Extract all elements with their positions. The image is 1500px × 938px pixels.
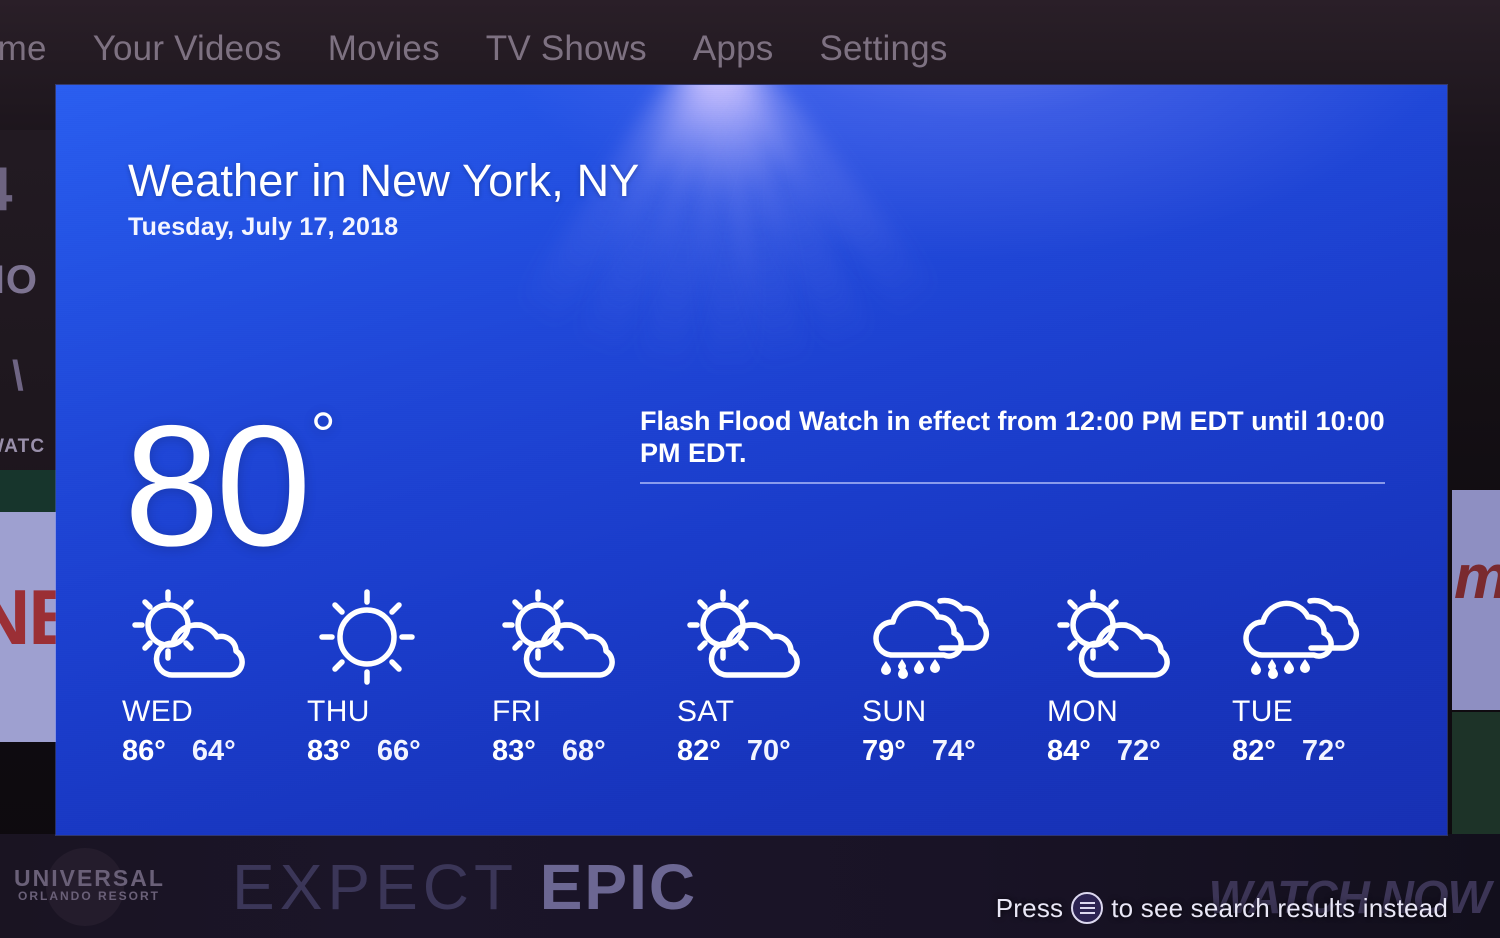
forecast-high: 82° [1232, 735, 1276, 767]
current-temperature: 80° [124, 398, 336, 572]
search-hint: Press to see search results instead [996, 892, 1448, 924]
universal-logo: UNIVERSAL ORLANDO RESORT [14, 848, 165, 926]
nav-item-your-videos[interactable]: Your Videos [93, 29, 282, 69]
cloud-rain-icon [862, 585, 1014, 687]
forecast-high: 83° [492, 735, 536, 767]
tv-screen: ome Your Videos Movies TV Shows Apps Set… [0, 0, 1500, 938]
ad-tagline-epic: EPIC [539, 851, 698, 923]
current-temperature-value: 80 [124, 390, 311, 582]
search-hint-prefix: Press [995, 892, 1064, 923]
forecast-day-label: FRI [492, 695, 542, 728]
forecast-temps: 82° 72° [1232, 735, 1346, 768]
nav-item-settings[interactable]: Settings [819, 29, 947, 69]
menu-icon[interactable] [1071, 892, 1104, 924]
forecast-day-thu[interactable]: THU 83° 66° [297, 585, 482, 768]
current-date: Tuesday, July 17, 2018 [128, 213, 399, 241]
ad-tagline-expect: EXPECT [232, 851, 540, 923]
degree-symbol: ° [310, 398, 336, 471]
forecast-low: 70° [746, 735, 791, 767]
forecast-day-label: TUE [1232, 695, 1294, 728]
background-tile-watch-text: WATC [0, 436, 46, 457]
background-tile-no-text: NO [0, 258, 38, 302]
forecast-temps: 84° 72° [1047, 735, 1161, 768]
forecast-day-label: SAT [677, 695, 735, 728]
weather-alert: Flash Flood Watch in effect from 12:00 P… [640, 405, 1388, 484]
background-tile-espn: m [1452, 490, 1500, 710]
forecast-low: 64° [191, 735, 236, 767]
forecast-day-sun[interactable]: SUN 79° 74° [852, 585, 1037, 768]
forecast-row: WED 86° 64° THU 83° 66° FRI 83° 68° SAT … [112, 585, 1412, 768]
background-tile-green-left [0, 470, 56, 516]
forecast-high: 84° [1047, 735, 1091, 767]
background-tile-number: 4 [0, 154, 13, 225]
forecast-day-label: SUN [862, 695, 927, 728]
weather-overlay-panel: Weather in New York, NY Tuesday, July 17… [56, 85, 1447, 835]
top-navigation-bar: ome Your Videos Movies TV Shows Apps Set… [0, 18, 1500, 80]
background-tile-green-right [1452, 712, 1500, 842]
sun-behind-cloud-icon [122, 585, 274, 687]
ad-tagline: EXPECT EPIC [232, 850, 697, 924]
forecast-day-tue[interactable]: TUE 82° 72° [1222, 585, 1407, 768]
forecast-day-label: THU [307, 695, 370, 728]
nav-item-apps[interactable]: Apps [693, 29, 774, 69]
forecast-temps: 86° 64° [122, 735, 236, 768]
nav-item-movies[interactable]: Movies [328, 29, 440, 69]
forecast-low: 74° [931, 735, 976, 767]
forecast-high: 86° [122, 735, 166, 767]
cloud-rain-icon [1232, 585, 1384, 687]
forecast-low: 66° [376, 735, 421, 767]
sun-behind-cloud-icon [492, 585, 644, 687]
forecast-day-wed[interactable]: WED 86° 64° [112, 585, 297, 768]
forecast-day-sat[interactable]: SAT 82° 70° [667, 585, 852, 768]
forecast-low: 72° [1301, 735, 1346, 767]
sun-behind-cloud-icon [1047, 585, 1199, 687]
forecast-high: 83° [307, 735, 351, 767]
weather-alert-text: Flash Flood Watch in effect from 12:00 P… [640, 406, 1385, 469]
forecast-temps: 79° 74° [862, 735, 976, 768]
universal-logo-sub: ORLANDO RESORT [18, 889, 160, 904]
background-tile-ne-text: NE [0, 573, 56, 661]
page-title: Weather in New York, NY [128, 155, 640, 206]
forecast-high: 79° [862, 735, 906, 767]
forecast-temps: 82° 70° [677, 735, 791, 768]
forecast-low: 68° [561, 735, 606, 767]
background-tile-espn-text: m [1454, 542, 1500, 613]
forecast-high: 82° [677, 735, 721, 767]
forecast-temps: 83° 66° [307, 735, 421, 768]
search-hint-suffix: to see search results instead [1111, 892, 1448, 923]
background-tile-left: 4 NO \ WATC [0, 130, 60, 502]
forecast-temps: 83° 68° [492, 735, 606, 768]
background-tile-ne: NE [0, 512, 56, 742]
forecast-low: 72° [1116, 735, 1161, 767]
forecast-day-mon[interactable]: MON 84° 72° [1037, 585, 1222, 768]
universal-logo-main: UNIVERSAL [14, 865, 165, 891]
background-tile-slash: \ [12, 352, 24, 399]
forecast-day-label: WED [122, 695, 194, 728]
forecast-day-label: MON [1047, 695, 1119, 728]
sun-behind-cloud-icon [677, 585, 829, 687]
nav-item-tv-shows[interactable]: TV Shows [486, 29, 647, 69]
forecast-day-fri[interactable]: FRI 83° 68° [482, 585, 667, 768]
sun-icon [307, 585, 459, 687]
divider [640, 481, 1385, 484]
nav-item-home[interactable]: ome [0, 29, 47, 69]
